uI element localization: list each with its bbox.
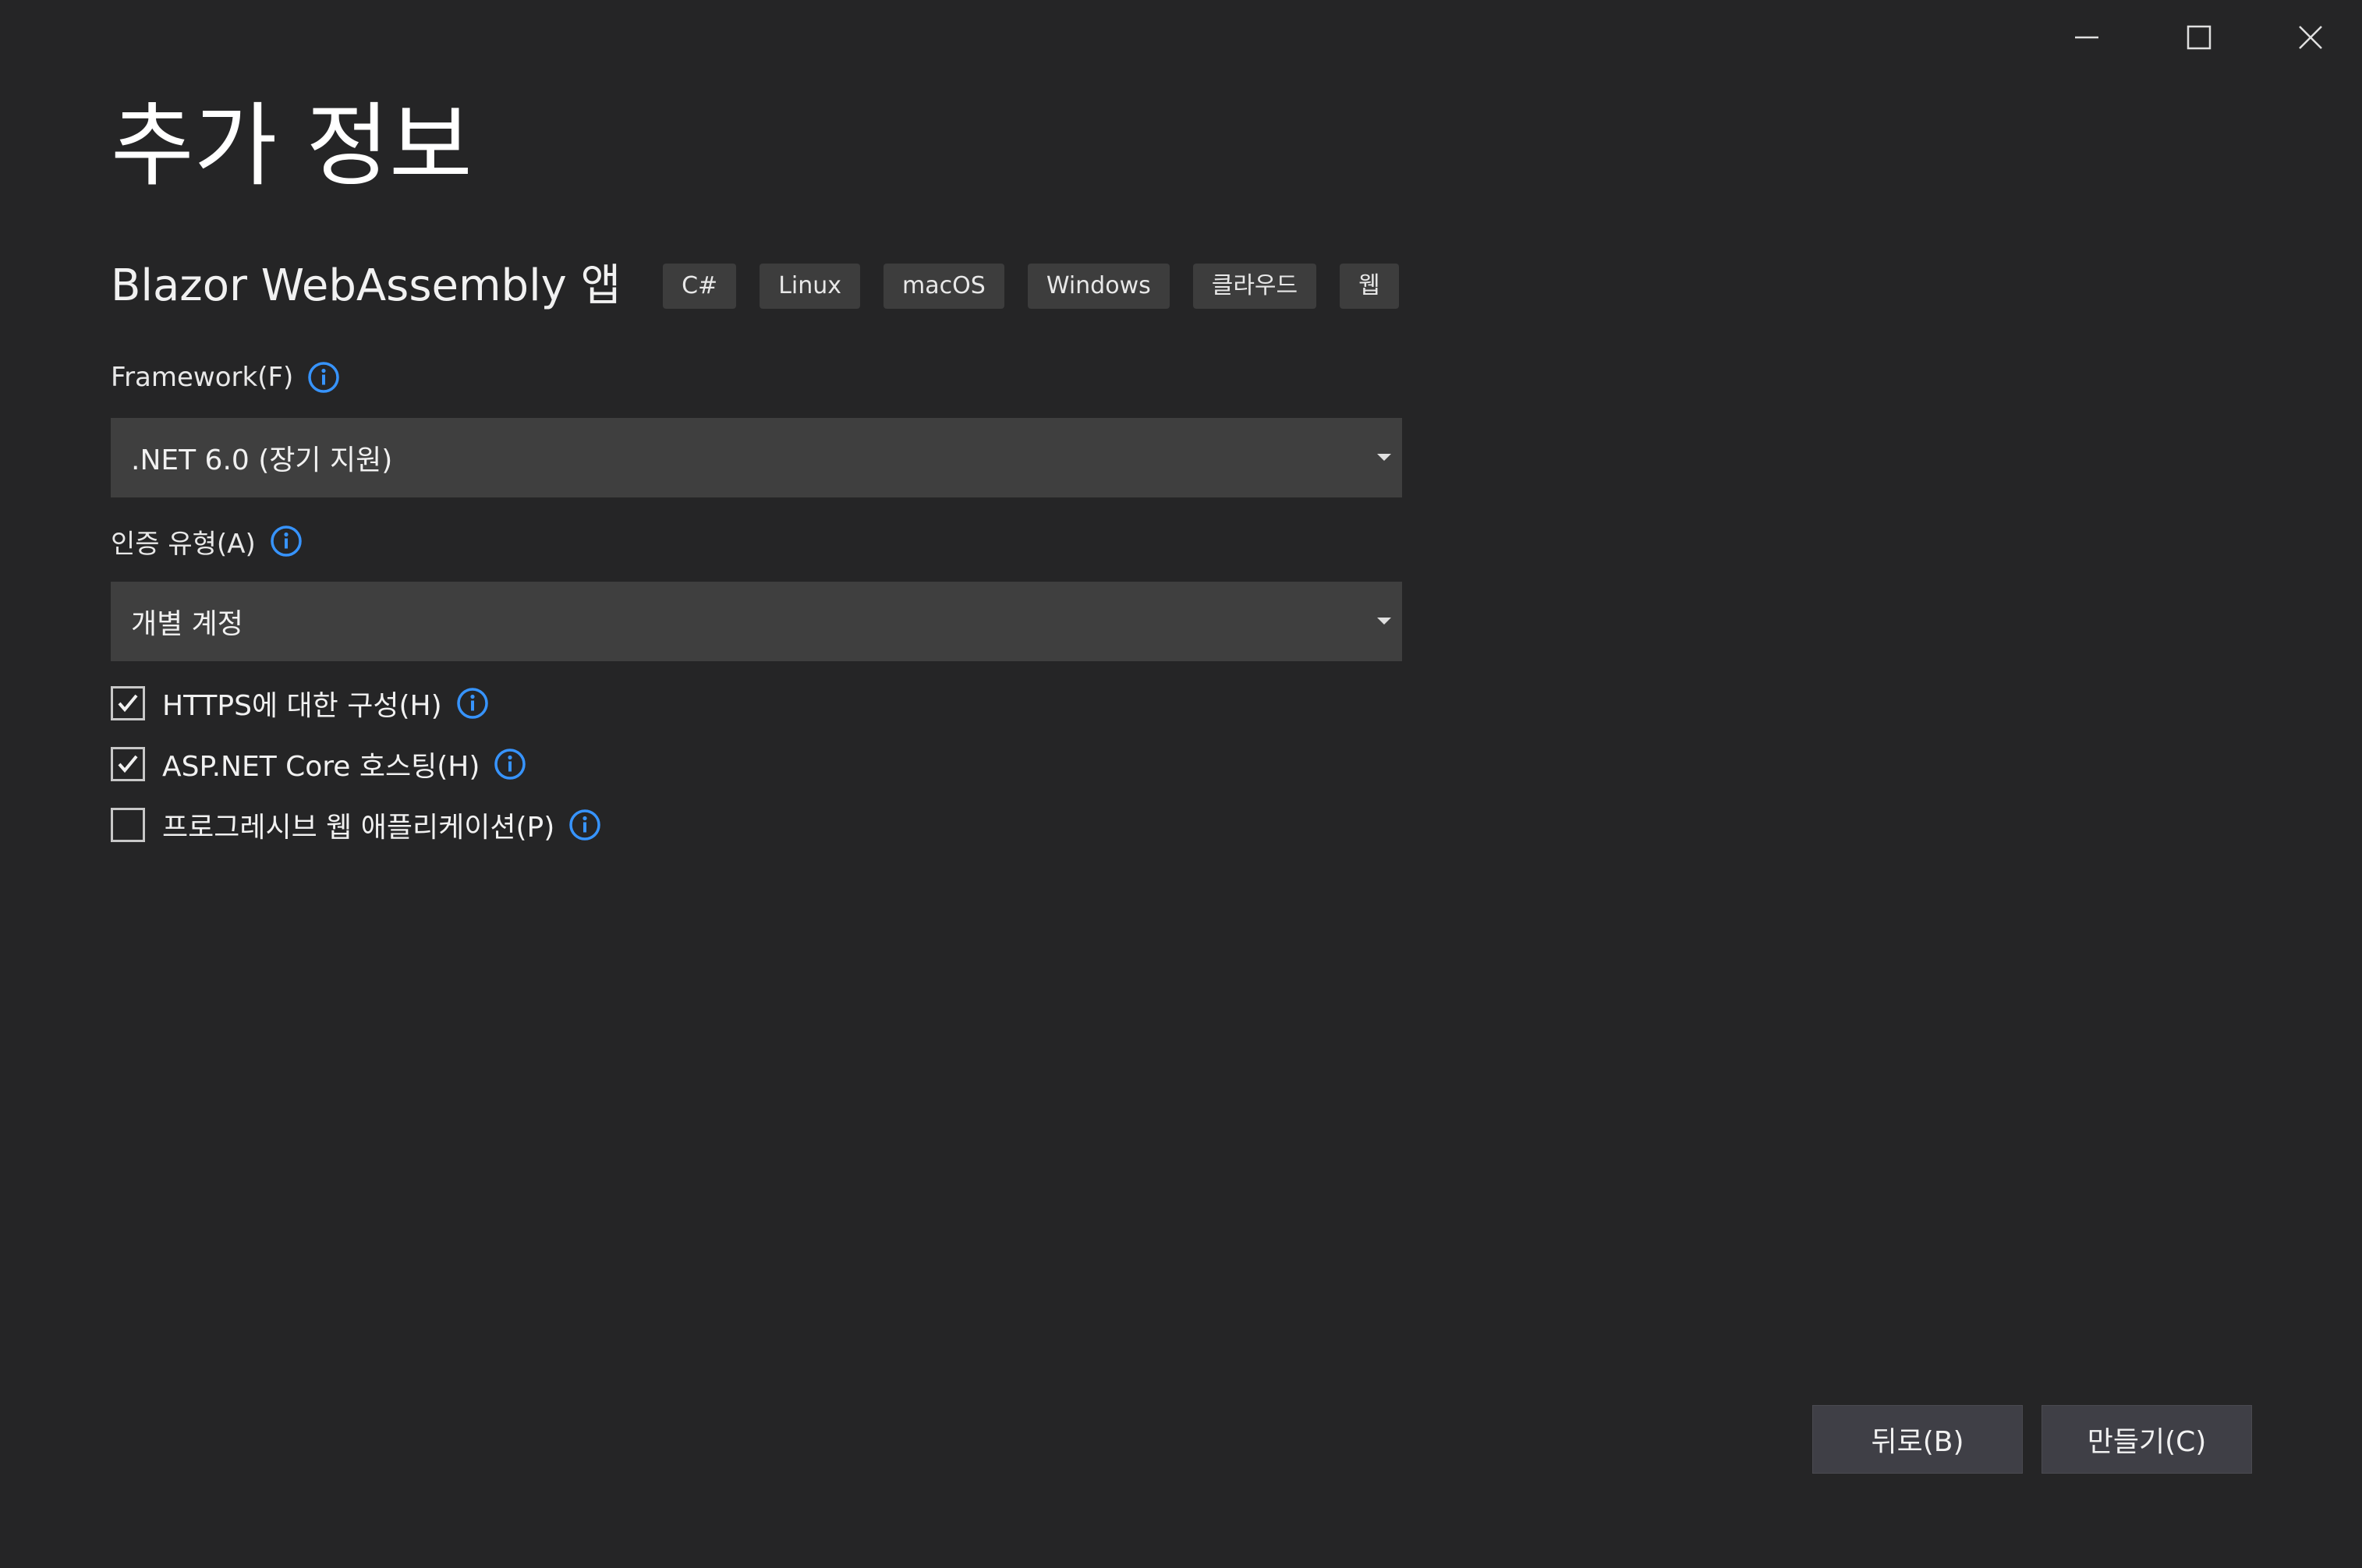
template-header: Blazor WebAssembly 앱 C# Linux macOS Wind… xyxy=(111,251,1422,321)
minimize-button[interactable] xyxy=(2032,0,2141,75)
aspnet-core-hosted-label[interactable]: ASP.NET Core 호스팅(H) xyxy=(162,744,480,784)
https-label[interactable]: HTTPS에 대한 구성(H) xyxy=(162,683,442,724)
auth-selected-value: 개별 계정 xyxy=(131,608,243,640)
info-icon[interactable] xyxy=(456,687,489,720)
tag-web: 웹 xyxy=(1340,264,1399,309)
chevron-down-icon xyxy=(1377,618,1391,625)
framework-label-row: Framework(F) xyxy=(111,354,340,401)
auth-select[interactable]: 개별 계정 xyxy=(111,582,1402,661)
pwa-checkbox[interactable] xyxy=(111,808,145,842)
template-name: Blazor WebAssembly 앱 xyxy=(111,260,621,311)
info-icon[interactable] xyxy=(568,809,601,841)
info-icon[interactable] xyxy=(307,361,340,394)
dialog-window: 추가 정보 Blazor WebAssembly 앱 C# Linux macO… xyxy=(0,0,2362,1568)
back-button[interactable]: 뒤로(B) xyxy=(1812,1405,2023,1474)
tag-csharp: C# xyxy=(663,264,737,309)
info-icon[interactable] xyxy=(270,525,303,557)
framework-label: Framework(F) xyxy=(111,362,294,393)
framework-selected-value: .NET 6.0 (장기 지원) xyxy=(131,444,393,476)
maximize-icon xyxy=(2187,25,2211,50)
maximize-button[interactable] xyxy=(2144,0,2254,75)
create-button[interactable]: 만들기(C) xyxy=(2042,1405,2252,1474)
chevron-down-icon xyxy=(1377,454,1391,461)
minimize-icon xyxy=(2075,36,2098,39)
tag-macos: macOS xyxy=(884,264,1004,309)
pwa-label[interactable]: 프로그레시브 웹 애플리케이션(P) xyxy=(162,805,554,845)
checkmark-icon xyxy=(118,694,138,713)
option-hosted-row: ASP.NET Core 호스팅(H) xyxy=(111,741,526,788)
close-icon xyxy=(2299,26,2322,49)
option-pwa-row: 프로그레시브 웹 애플리케이션(P) xyxy=(111,802,601,848)
option-https-row: HTTPS에 대한 구성(H) xyxy=(111,680,489,727)
tag-linux: Linux xyxy=(760,264,861,309)
tag-windows: Windows xyxy=(1027,264,1170,309)
checkmark-icon xyxy=(118,755,138,773)
page-title: 추가 정보 xyxy=(111,94,473,199)
info-icon[interactable] xyxy=(494,748,526,780)
framework-select[interactable]: .NET 6.0 (장기 지원) xyxy=(111,418,1402,497)
tag-cloud: 클라우드 xyxy=(1192,264,1317,309)
auth-label-row: 인증 유형(A) xyxy=(111,518,303,565)
auth-label: 인증 유형(A) xyxy=(111,528,256,560)
close-button[interactable] xyxy=(2256,0,2362,75)
aspnet-core-hosted-checkbox[interactable] xyxy=(111,747,145,781)
https-checkbox[interactable] xyxy=(111,686,145,720)
